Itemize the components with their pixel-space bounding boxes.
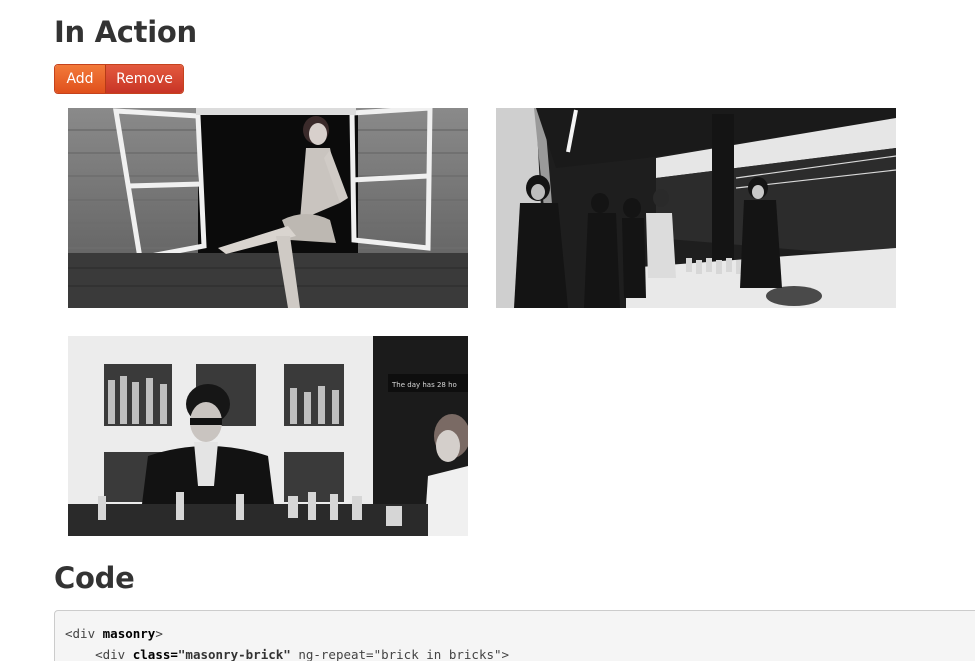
code-block: <div masonry> <div class="masonry-brick"… xyxy=(54,610,975,661)
brick-button-group: Add Remove xyxy=(54,64,184,94)
code-line-1: <div masonry> xyxy=(65,626,163,641)
code-line-2: <div class="masonry-brick" ng-repeat="br… xyxy=(65,647,509,661)
code-string-masonry-brick: "masonry-brick" xyxy=(177,647,291,661)
page: In Action Add Remove The day has 28 ho C… xyxy=(0,0,975,661)
section-title-code: Code xyxy=(54,561,135,595)
code-attr-masonry: masonry xyxy=(102,626,156,641)
code-tag-open: <div xyxy=(95,647,133,661)
add-button[interactable]: Add xyxy=(55,65,106,93)
code-tag-close: > xyxy=(155,626,163,641)
code-attr-ng-repeat: ng-repeat="brick in bricks"> xyxy=(290,647,510,661)
remove-button[interactable]: Remove xyxy=(106,65,183,93)
masonry-brick-image-window xyxy=(68,108,468,308)
section-title-in-action: In Action xyxy=(54,15,197,49)
code-attr-class: class= xyxy=(132,647,178,661)
masonry-brick-image-bartender: The day has 28 ho xyxy=(68,336,468,536)
masonry-brick-image-bar-counter xyxy=(496,108,896,308)
code-tag-open: <div xyxy=(65,626,103,641)
bar-sign-text: The day has 28 ho xyxy=(391,381,457,389)
